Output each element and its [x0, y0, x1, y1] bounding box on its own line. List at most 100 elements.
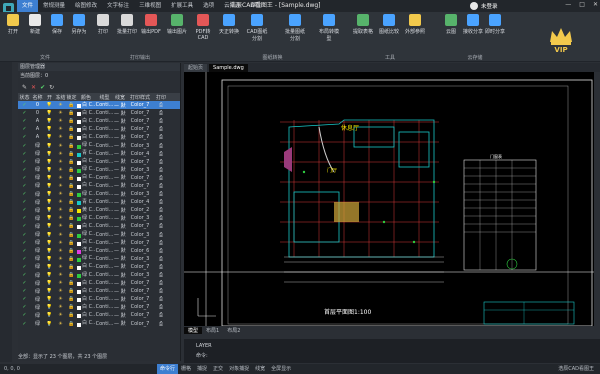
- lock-icon[interactable]: 🔒: [66, 143, 77, 149]
- status-toggle[interactable]: 捕捉: [194, 364, 210, 374]
- status-check-icon[interactable]: ✓: [18, 240, 31, 246]
- on-bulb-icon[interactable]: 💡: [44, 143, 55, 149]
- freeze-sun-icon[interactable]: ☀: [55, 264, 66, 270]
- on-bulb-icon[interactable]: 💡: [44, 110, 55, 116]
- status-check-icon[interactable]: ✓: [18, 312, 31, 318]
- print-icon[interactable]: ⎙: [154, 215, 168, 221]
- status-check-icon[interactable]: ✓: [18, 280, 31, 286]
- ribbon-button-4[interactable]: 打印: [92, 14, 114, 35]
- on-bulb-icon[interactable]: 💡: [44, 167, 55, 173]
- lock-icon[interactable]: 🔒: [66, 207, 77, 213]
- tab-model[interactable]: 模型: [184, 326, 203, 334]
- status-check-icon[interactable]: ✓: [18, 264, 31, 270]
- freeze-sun-icon[interactable]: ☀: [55, 175, 66, 181]
- menu-item-3[interactable]: 文字标注: [102, 0, 134, 12]
- on-bulb-icon[interactable]: 💡: [44, 151, 55, 157]
- lock-icon[interactable]: 🔒: [66, 126, 77, 132]
- table-row[interactable]: ✓ A 💡☀🔒 白 C...Conti...— 默认 Color_7 ⎙: [18, 133, 180, 141]
- status-check-icon[interactable]: ✓: [18, 232, 31, 238]
- freeze-sun-icon[interactable]: ☀: [55, 191, 66, 197]
- print-icon[interactable]: ⎙: [154, 296, 168, 302]
- lock-icon[interactable]: 🔒: [66, 296, 77, 302]
- table-row[interactable]: ✓绿 💡☀🔒 黄 C...Conti...— 默认 Color_2 ⎙: [18, 206, 180, 214]
- status-check-icon[interactable]: ✓: [18, 159, 31, 165]
- lock-icon[interactable]: 🔒: [66, 199, 77, 205]
- on-bulb-icon[interactable]: 💡: [44, 288, 55, 294]
- print-icon[interactable]: ⎙: [154, 175, 168, 181]
- status-check-icon[interactable]: ✓: [18, 199, 31, 205]
- table-row[interactable]: ✓绿 💡☀🔒 绿 C...Conti...— 默认 Color_3 ⎙: [18, 141, 180, 149]
- menu-item-6[interactable]: 选项: [198, 0, 219, 12]
- ribbon-button-10[interactable]: CAD图纸分割: [246, 14, 268, 42]
- table-row[interactable]: ✓绿 💡☀🔒 青 C...Conti...— 默认 Color_4 ⎙: [18, 198, 180, 206]
- column-header[interactable]: 线型: [95, 94, 114, 101]
- on-bulb-icon[interactable]: 💡: [44, 126, 55, 132]
- ribbon-button-1[interactable]: 新建: [24, 14, 46, 35]
- drawing-canvas[interactable]: 休息厅 门厅 首层平面图1:100 门窗表: [184, 72, 594, 327]
- on-bulb-icon[interactable]: 💡: [44, 159, 55, 165]
- freeze-sun-icon[interactable]: ☀: [55, 151, 66, 157]
- ribbon-button-14[interactable]: 图纸比较: [378, 14, 400, 35]
- lock-icon[interactable]: 🔒: [66, 167, 77, 173]
- lock-icon[interactable]: 🔒: [66, 248, 77, 254]
- print-icon[interactable]: ⎙: [154, 110, 168, 116]
- status-check-icon[interactable]: ✓: [18, 191, 31, 197]
- column-header[interactable]: 状态: [18, 94, 31, 101]
- minimize-button[interactable]: —: [565, 1, 571, 8]
- menu-item-4[interactable]: 三维视图: [134, 0, 166, 12]
- delete-layer-icon[interactable]: ✕: [31, 84, 36, 91]
- table-row[interactable]: ✓绿 💡☀🔒 白 C...Conti...— 默认 Color_7 ⎙: [18, 158, 180, 166]
- status-toggle[interactable]: 全屏显示: [268, 364, 294, 374]
- status-toggle[interactable]: 对象捕捉: [226, 364, 252, 374]
- freeze-sun-icon[interactable]: ☀: [55, 207, 66, 213]
- status-check-icon[interactable]: ✓: [18, 272, 31, 278]
- menu-item-2[interactable]: 绘图修改: [70, 0, 102, 12]
- table-row[interactable]: ✓绿 💡☀🔒 白 C...Conti...— 默认 Color_7 ⎙: [18, 182, 180, 190]
- on-bulb-icon[interactable]: 💡: [44, 199, 55, 205]
- print-icon[interactable]: ⎙: [154, 304, 168, 310]
- lock-icon[interactable]: 🔒: [66, 215, 77, 221]
- menu-item-5[interactable]: 扩展工具: [166, 0, 198, 12]
- freeze-sun-icon[interactable]: ☀: [55, 248, 66, 254]
- print-icon[interactable]: ⎙: [154, 256, 168, 262]
- on-bulb-icon[interactable]: 💡: [44, 191, 55, 197]
- status-check-icon[interactable]: ✓: [18, 296, 31, 302]
- print-icon[interactable]: ⎙: [154, 143, 168, 149]
- freeze-sun-icon[interactable]: ☀: [55, 134, 66, 140]
- lock-icon[interactable]: 🔒: [66, 280, 77, 286]
- print-icon[interactable]: ⎙: [154, 183, 168, 189]
- freeze-sun-icon[interactable]: ☀: [55, 126, 66, 132]
- lock-icon[interactable]: 🔒: [66, 232, 77, 238]
- print-icon[interactable]: ⎙: [154, 134, 168, 140]
- print-icon[interactable]: ⎙: [154, 159, 168, 165]
- status-check-icon[interactable]: ✓: [18, 151, 31, 157]
- status-check-icon[interactable]: ✓: [18, 248, 31, 254]
- print-icon[interactable]: ⎙: [154, 288, 168, 294]
- print-icon[interactable]: ⎙: [154, 102, 168, 108]
- status-check-icon[interactable]: ✓: [18, 110, 31, 116]
- print-icon[interactable]: ⎙: [154, 232, 168, 238]
- print-icon[interactable]: ⎙: [154, 126, 168, 132]
- new-layer-icon[interactable]: ✎: [22, 84, 27, 91]
- on-bulb-icon[interactable]: 💡: [44, 304, 55, 310]
- column-header[interactable]: 名称: [31, 94, 44, 101]
- table-row[interactable]: ✓绿 💡☀🔒 白 C...Conti...— 默认 Color_7 ⎙: [18, 263, 180, 271]
- on-bulb-icon[interactable]: 💡: [44, 207, 55, 213]
- lock-icon[interactable]: 🔒: [66, 272, 77, 278]
- freeze-sun-icon[interactable]: ☀: [55, 296, 66, 302]
- ribbon-button-2[interactable]: 保存: [46, 14, 68, 35]
- column-header[interactable]: 开: [44, 94, 55, 101]
- status-check-icon[interactable]: ✓: [18, 134, 31, 140]
- lock-icon[interactable]: 🔒: [66, 118, 77, 124]
- freeze-sun-icon[interactable]: ☀: [55, 312, 66, 318]
- freeze-sun-icon[interactable]: ☀: [55, 110, 66, 116]
- status-check-icon[interactable]: ✓: [18, 102, 31, 108]
- on-bulb-icon[interactable]: 💡: [44, 264, 55, 270]
- print-icon[interactable]: ⎙: [154, 191, 168, 197]
- table-row[interactable]: ✓绿 💡☀🔒 白 C...Conti...— 默认 Color_7 ⎙: [18, 295, 180, 303]
- lock-icon[interactable]: 🔒: [66, 256, 77, 262]
- status-check-icon[interactable]: ✓: [18, 183, 31, 189]
- status-check-icon[interactable]: ✓: [18, 175, 31, 181]
- freeze-sun-icon[interactable]: ☀: [55, 118, 66, 124]
- status-check-icon[interactable]: ✓: [18, 167, 31, 173]
